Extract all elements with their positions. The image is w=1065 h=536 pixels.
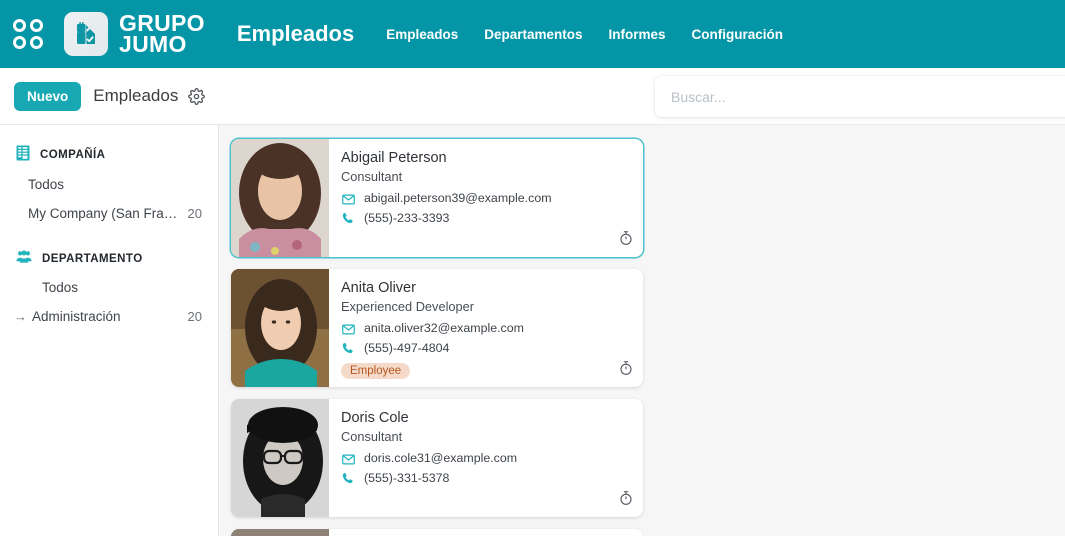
phone-icon xyxy=(341,212,355,224)
sidebar-section-compania: COMPAÑÍA xyxy=(0,139,218,170)
employee-phone: (555)-331-5378 xyxy=(364,470,450,485)
sidebar-item-label: Administración xyxy=(32,309,121,324)
sidebar-item-administracion[interactable]: → Administración 20 xyxy=(0,302,218,331)
status-badge: Employee xyxy=(341,362,411,379)
employee-name: Anita Oliver xyxy=(341,280,416,296)
gear-icon[interactable] xyxy=(188,87,206,105)
top-navigation-bar: GRUPO JUMO Empleados Empleados Departame… xyxy=(0,0,1065,68)
employee-phone-row[interactable]: (555)-497-4804 xyxy=(341,339,631,358)
employee-info: Eli Lambert Marketing and Community Mana… xyxy=(329,529,643,536)
app-root: GRUPO JUMO Empleados Empleados Departame… xyxy=(0,0,1065,536)
employee-avatar xyxy=(231,139,329,257)
stopwatch-icon[interactable] xyxy=(618,360,634,381)
search-bar[interactable] xyxy=(655,76,1065,117)
search-input[interactable] xyxy=(671,88,1065,105)
employee-name: Abigail Peterson xyxy=(341,150,447,166)
employee-phone-row[interactable]: (555)-331-5378 xyxy=(341,469,631,488)
people-group-icon xyxy=(16,250,32,267)
employee-cards-grid: Abigail Peterson Consultant abigail.pete… xyxy=(231,139,1055,536)
employee-info: Abigail Peterson Consultant abigail.pete… xyxy=(329,139,643,257)
sidebar-section-title: COMPAÑÍA xyxy=(40,148,106,161)
envelope-icon xyxy=(341,324,355,335)
sidebar-item-label: My Company (San Franci... xyxy=(28,206,180,221)
breadcrumb-label: Empleados xyxy=(93,86,179,105)
employee-phone: (555)-233-3393 xyxy=(364,210,450,225)
page-title: Empleados xyxy=(236,21,355,46)
employee-card[interactable]: Eli Lambert Marketing and Community Mana… xyxy=(231,529,643,536)
employee-cards-area: Abigail Peterson Consultant abigail.pete… xyxy=(219,125,1065,536)
employee-avatar xyxy=(231,269,329,387)
employee-card[interactable]: Doris Cole Consultant doris.cole31@examp… xyxy=(231,399,643,517)
brand-logo[interactable]: GRUPO JUMO xyxy=(64,9,205,57)
main-nav-links: Empleados Departamentos Informes Configu… xyxy=(386,27,783,42)
brand-name-text: GRUPO JUMO xyxy=(119,9,205,57)
employee-phone: (555)-497-4804 xyxy=(364,340,450,355)
employee-name: Doris Cole xyxy=(341,410,409,426)
arrow-right-icon: → xyxy=(14,309,27,324)
sidebar-section-title: DEPARTAMENTO xyxy=(42,252,143,265)
stopwatch-icon[interactable] xyxy=(618,230,634,251)
nav-item-configuracion[interactable]: Configuración xyxy=(692,27,784,42)
breadcrumb: Empleados xyxy=(93,86,206,106)
employee-info: Doris Cole Consultant doris.cole31@examp… xyxy=(329,399,643,517)
employee-card[interactable]: Abigail Peterson Consultant abigail.pete… xyxy=(231,139,643,257)
employee-email-row[interactable]: doris.cole31@example.com xyxy=(341,449,631,468)
phone-icon xyxy=(341,342,355,354)
nav-item-departamentos[interactable]: Departamentos xyxy=(484,27,582,42)
apps-grid-icon[interactable] xyxy=(0,0,56,68)
stopwatch-icon[interactable] xyxy=(618,490,634,511)
employee-phone-row[interactable]: (555)-233-3393 xyxy=(341,209,631,228)
sidebar-item-my-company[interactable]: My Company (San Franci... 20 xyxy=(0,199,218,228)
employee-card[interactable]: Anita Oliver Experienced Developer anita… xyxy=(231,269,643,387)
employee-email: doris.cole31@example.com xyxy=(364,451,518,466)
new-button[interactable]: Nuevo xyxy=(14,81,82,111)
employee-role: Consultant xyxy=(341,428,403,444)
employee-info: Anita Oliver Experienced Developer anita… xyxy=(329,269,643,387)
sidebar-item-compania-todos[interactable]: Todos xyxy=(0,170,218,199)
sidebar-item-label: Todos xyxy=(28,177,65,192)
apps-grid-dots xyxy=(13,19,43,49)
employee-email-row[interactable]: abigail.peterson39@example.com xyxy=(341,189,631,208)
filter-sidebar: COMPAÑÍA Todos My Company (San Franci...… xyxy=(0,125,219,536)
sidebar-section-departamento: DEPARTAMENTO xyxy=(0,244,218,273)
sidebar-item-count: 20 xyxy=(187,309,202,324)
grupo-jumo-logo-icon xyxy=(64,12,108,56)
sidebar-item-departamento-todos[interactable]: Todos xyxy=(0,273,218,302)
sidebar-item-label: Todos xyxy=(42,280,79,295)
nav-item-empleados[interactable]: Empleados xyxy=(386,27,458,42)
building-icon xyxy=(16,145,30,164)
employee-avatar xyxy=(231,399,329,517)
nav-item-informes[interactable]: Informes xyxy=(609,27,666,42)
envelope-icon xyxy=(341,454,355,465)
employee-role: Experienced Developer xyxy=(341,298,475,314)
control-bar: Nuevo Empleados xyxy=(0,68,1065,125)
envelope-icon xyxy=(341,194,355,205)
phone-icon xyxy=(341,472,355,484)
employee-role: Consultant xyxy=(341,168,403,184)
employee-email: anita.oliver32@example.com xyxy=(364,321,524,336)
page-body: COMPAÑÍA Todos My Company (San Franci...… xyxy=(0,125,1065,536)
employee-avatar xyxy=(231,529,329,536)
employee-email: abigail.peterson39@example.com xyxy=(364,191,552,206)
sidebar-item-count: 20 xyxy=(187,206,202,221)
employee-email-row[interactable]: anita.oliver32@example.com xyxy=(341,319,631,338)
